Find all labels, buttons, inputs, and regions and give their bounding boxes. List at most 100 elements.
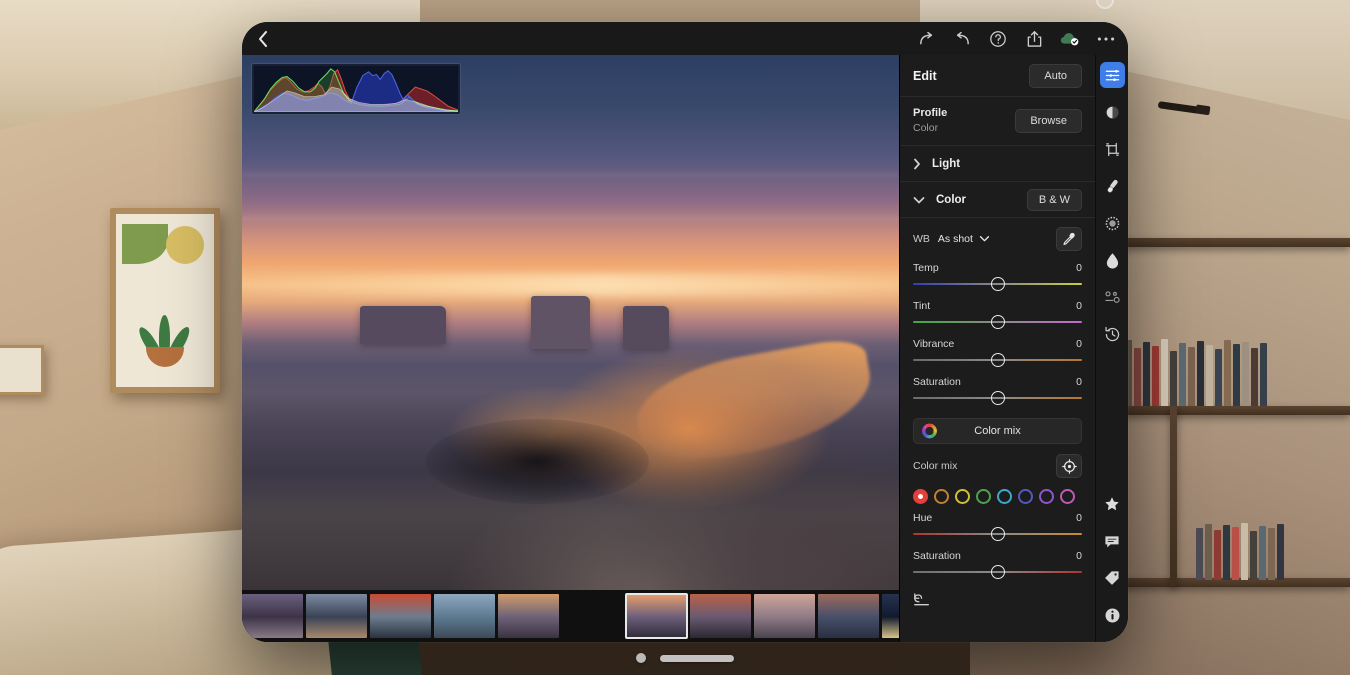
color-slider-vibrance: Vibrance0: [900, 335, 1095, 373]
back-button[interactable]: [250, 26, 276, 52]
photo-stage: [242, 55, 899, 642]
rail-item-masking[interactable]: [1100, 210, 1125, 236]
reset-undo-icon: [913, 593, 931, 606]
color-slider-group: Temp0Tint0Vibrance0Saturation0: [900, 259, 1095, 411]
slider-label: Tint: [913, 300, 930, 312]
filmstrip-thumb-red-tent-3[interactable]: [370, 594, 431, 638]
slider-knob[interactable]: [991, 353, 1005, 367]
edit-panel: Edit Auto Profile Color Browse Light: [899, 55, 1095, 642]
chevron-left-icon: [257, 30, 269, 48]
color-swatch-green[interactable]: [976, 489, 991, 504]
filmstrip-thumb-lake-powell-5[interactable]: [498, 594, 559, 638]
color-mix-button[interactable]: Color mix: [913, 418, 1082, 444]
version-history-icon: [1104, 326, 1121, 343]
redo-icon[interactable]: [916, 29, 936, 49]
slider-track[interactable]: [913, 353, 1082, 367]
filmstrip-thumb-milky-way-11[interactable]: [882, 594, 899, 638]
color-swatch-orange[interactable]: [934, 489, 949, 504]
slider-label: Saturation: [913, 550, 961, 562]
color-swatch-blue[interactable]: [1018, 489, 1033, 504]
reset-button[interactable]: [913, 593, 933, 606]
rail-item-heal[interactable]: [1100, 173, 1125, 199]
masking-circle-icon: [1104, 215, 1121, 232]
edited-photo[interactable]: [242, 55, 899, 590]
browse-profiles-button[interactable]: Browse: [1015, 109, 1082, 133]
slider-knob[interactable]: [991, 527, 1005, 541]
filmstrip-thumb-desert-pink-9[interactable]: [754, 594, 815, 638]
window-resize-grabber[interactable]: [660, 655, 734, 662]
color-swatch-yellow[interactable]: [955, 489, 970, 504]
slider-track[interactable]: [913, 565, 1082, 579]
window-close-dot[interactable]: [636, 653, 646, 663]
color-mix-swatches[interactable]: [900, 482, 1095, 509]
color-swatch-red[interactable]: [913, 489, 928, 504]
undo-icon[interactable]: [952, 29, 972, 49]
filmstrip-thumb-canyon-dusk-1[interactable]: [242, 594, 303, 638]
slider-knob[interactable]: [991, 565, 1005, 579]
share-icon[interactable]: [1024, 29, 1044, 49]
rail-item-rating[interactable]: [1100, 491, 1125, 517]
color-controls: WB As shot Temp0Tint0Vibrance: [900, 218, 1095, 642]
rail-item-comments[interactable]: [1100, 528, 1125, 554]
star-rating-icon: [1104, 496, 1120, 512]
color-wheel-icon: [922, 424, 937, 439]
profile-row: Profile Color Browse: [900, 97, 1095, 146]
page-title: Edit: [913, 69, 937, 83]
color-mix-label: Color mix: [913, 460, 957, 472]
comment-icon: [1104, 534, 1120, 549]
wb-select[interactable]: As shot: [938, 233, 1048, 245]
section-light-label: Light: [932, 158, 960, 170]
help-icon[interactable]: [988, 29, 1008, 49]
slider-track[interactable]: [913, 277, 1082, 291]
chevron-down-icon: [979, 233, 990, 245]
photo-viewport[interactable]: [242, 55, 899, 590]
rail-item-versions[interactable]: [1100, 321, 1125, 347]
eyedropper-icon: [1062, 232, 1076, 246]
filmstrip-thumb-hiker-blue-4[interactable]: [434, 594, 495, 638]
edit-panel-header: Edit Auto: [900, 55, 1095, 97]
filmstrip-thumb-storm-mesa-2[interactable]: [306, 594, 367, 638]
histogram-overlay[interactable]: [251, 63, 461, 115]
keyword-tag-icon: [1104, 570, 1120, 586]
reset-row: [900, 585, 1095, 616]
filmstrip-thumb-sunset-lake-6[interactable]: [562, 594, 623, 638]
eyedropper-button[interactable]: [1056, 227, 1082, 251]
color-swatch-aqua[interactable]: [997, 489, 1012, 504]
slider-knob[interactable]: [991, 277, 1005, 291]
slider-knob[interactable]: [991, 391, 1005, 405]
filmstrip-thumb-mesa-dawn-10[interactable]: [818, 594, 879, 638]
slider-label: Temp: [913, 262, 939, 274]
profile-label: Profile: [913, 107, 947, 119]
section-color[interactable]: Color B & W: [900, 182, 1095, 218]
color-slider-temp: Temp0: [900, 259, 1095, 297]
slider-label: Vibrance: [913, 338, 954, 350]
filmstrip-thumb-alstrom-point-7[interactable]: [626, 594, 687, 638]
cloud-synced-icon[interactable]: [1060, 29, 1080, 49]
slider-value: 0: [1076, 300, 1082, 312]
rail-item-retouch[interactable]: [1100, 247, 1125, 273]
color-mix-header: Color mix: [900, 444, 1095, 482]
rail-item-edit[interactable]: [1100, 62, 1125, 88]
filmstrip[interactable]: [242, 590, 899, 642]
rail-item-crop[interactable]: [1100, 136, 1125, 162]
section-light[interactable]: Light: [900, 146, 1095, 182]
auto-button[interactable]: Auto: [1029, 64, 1082, 88]
rail-item-presets[interactable]: [1100, 99, 1125, 125]
rail-item-info[interactable]: [1100, 602, 1125, 628]
profile-value: Color: [913, 122, 947, 134]
rail-item-lens-blur[interactable]: [1100, 284, 1125, 310]
more-options-icon[interactable]: [1096, 29, 1116, 49]
slider-track[interactable]: [913, 315, 1082, 329]
slider-track[interactable]: [913, 391, 1082, 405]
color-swatch-purple[interactable]: [1039, 489, 1054, 504]
targeted-adjustment-button[interactable]: [1056, 454, 1082, 478]
slider-track[interactable]: [913, 527, 1082, 541]
bw-toggle-button[interactable]: B & W: [1027, 189, 1082, 211]
slider-value: 0: [1076, 550, 1082, 562]
slider-value: 0: [1076, 376, 1082, 388]
slider-knob[interactable]: [991, 315, 1005, 329]
window-controls: [242, 650, 1128, 666]
rail-item-keywords[interactable]: [1100, 565, 1125, 591]
filmstrip-thumb-tent-glow-8[interactable]: [690, 594, 751, 638]
color-swatch-magenta[interactable]: [1060, 489, 1075, 504]
